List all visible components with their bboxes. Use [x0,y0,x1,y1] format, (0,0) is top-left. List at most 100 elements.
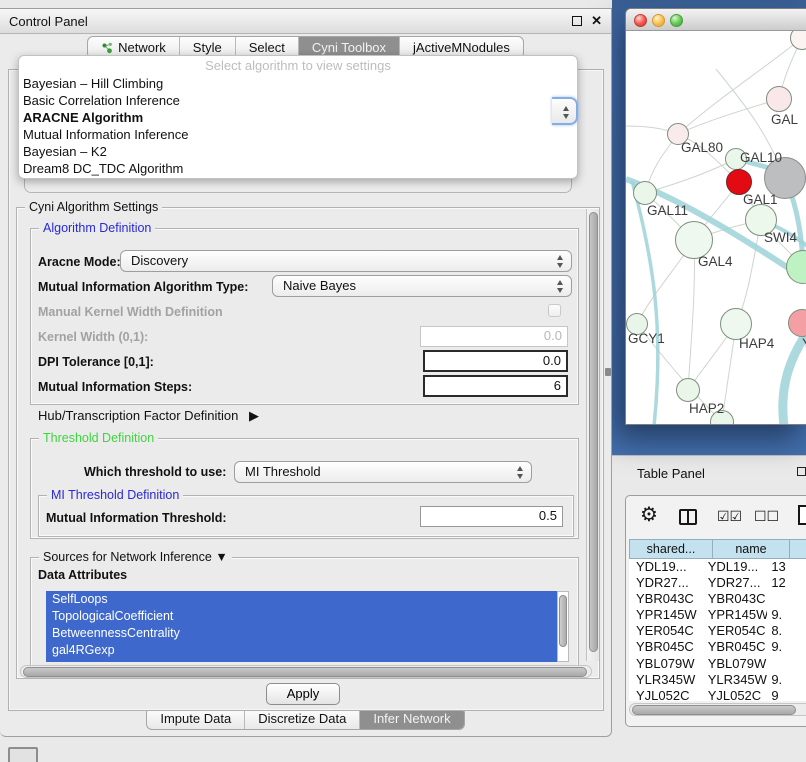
close-icon[interactable]: ✕ [591,13,602,29]
close-traffic-light[interactable] [634,14,647,27]
table-cell: YJL052C [701,688,768,701]
column-header-name[interactable]: name [712,539,790,559]
table-row[interactable]: YER054CYER054C8. [629,623,806,639]
minimize-traffic-light[interactable] [652,14,665,27]
tab-discretize-data[interactable]: Discretize Data [245,708,360,729]
algorithm-option-aracne-algorithm[interactable]: ARACNE Algorithm [19,109,577,126]
attribute-item-gal4rgexp[interactable]: gal4RGexp [46,642,557,659]
network-node-gal[interactable] [766,86,792,112]
stepper-arrows-icon [563,106,570,120]
mi-type-select[interactable]: Naive Bayes [272,275,572,297]
table-cell: YBL079W [629,656,701,672]
mi-threshold-field[interactable]: 0.5 [420,506,563,527]
stepper-arrows-icon [517,466,524,480]
mi-steps-field[interactable]: 6 [423,375,568,397]
algorithm-option-bayesian-hill-climbing[interactable]: Bayesian – Hill Climbing [19,75,577,92]
table-row[interactable]: YDL19...YDL19...13 [629,559,806,575]
aracne-mode-select[interactable]: Discovery [120,250,572,272]
column-header-2[interactable] [789,539,806,559]
attribute-item-selfloops[interactable]: SelfLoops [46,591,557,608]
dpi-tolerance-field[interactable]: 0.0 [423,350,568,372]
stepper-arrows-icon [557,280,564,294]
manual-kernel-checkbox[interactable] [548,304,561,317]
table-cell: 8. [767,623,806,639]
node-label-gal4: GAL4 [698,254,733,269]
network-window-titlebar[interactable] [626,9,806,31]
network-view-window: GALGAL80GAL10GAL1SWI4GAL11GAL4GCY1HAP4YH… [625,8,806,425]
mi-threshold-definition-title: MI Threshold Definition [47,488,183,502]
table-panel-title: Table Panel [637,466,705,481]
expand-right-icon: ▶ [249,408,259,423]
table-row[interactable]: YJL052CYJL052C9 [629,688,806,701]
table-row[interactable]: YPR145WYPR145W9. [629,607,806,623]
table-cell: YLR345W [701,672,768,688]
table-row[interactable]: YBR043CYBR043C [629,591,806,607]
algorithm-option-dream8-dc-tdc-algorithm[interactable]: Dream8 DC_TDC Algorithm [19,160,577,177]
node-label-hap4: HAP4 [739,336,774,351]
settings-hscroll-thumb[interactable] [23,667,587,677]
zoom-traffic-light[interactable] [670,14,683,27]
new-table-icon[interactable] [798,505,806,525]
algorithm-definition-title: Algorithm Definition [39,221,155,235]
tab-impute-data[interactable]: Impute Data [147,708,245,729]
table-cell: YBL079W [701,656,768,672]
table-cell: YPR145W [629,607,701,623]
settings-horizontal-scrollbar[interactable] [20,665,592,678]
minimized-panel-icon[interactable] [8,747,38,762]
table-cell: YDL19... [629,559,701,575]
hub-definition-label: Hub/Transcription Factor Definition [38,408,238,423]
table-hscroll-thumb[interactable] [632,705,796,715]
attributes-scroll-thumb[interactable] [559,595,567,647]
tab-infer-network[interactable]: Infer Network [360,708,463,729]
data-attributes-list[interactable]: SelfLoopsTopologicalCoefficientBetweenne… [46,591,557,662]
table-panel-float-icon[interactable] [797,467,806,476]
network-node-gal11[interactable] [633,181,657,205]
algorithm-option-basic-correlation-inference[interactable]: Basic Correlation Inference [19,92,577,109]
settings-vertical-scrollbar[interactable] [586,209,599,661]
attribute-item-topologicalcoefficient[interactable]: TopologicalCoefficient [46,608,557,625]
sources-title-text: Sources for Network Inference [43,550,212,564]
focused-combobox-fragment [552,97,578,125]
columns-icon[interactable] [679,509,697,525]
select-all-checkboxes-icon[interactable]: ☑☑ [717,508,742,525]
table-header-row: shared...name [629,539,806,559]
which-threshold-select[interactable]: MI Threshold [234,461,532,483]
table-row[interactable]: YBR045CYBR045C9. [629,639,806,655]
table-cell: YBR043C [629,591,701,607]
cyni-settings-group-title: Cyni Algorithm Settings [25,200,162,214]
kernel-width-label: Kernel Width (0,1): [38,330,148,344]
node-label-swi4: SWI4 [764,230,797,245]
table-row[interactable]: YDR27...YDR27...12 [629,575,806,591]
attributes-list-scrollbar[interactable] [557,591,569,662]
hub-definition-expander[interactable]: Hub/Transcription Factor Definition ▶ [38,408,259,424]
table-window: ⚙ ☑☑ ☐☐ shared...name YDL19...YDL19...13… [625,495,806,727]
table-row[interactable]: YBL079WYBL079W [629,656,806,672]
algorithm-option-mutual-information-inference[interactable]: Mutual Information Inference [19,126,577,143]
settings-vscroll-thumb[interactable] [589,212,598,652]
attribute-item-betweennesscentrality[interactable]: BetweennessCentrality [46,625,557,642]
control-panel-titlebar: Control Panel ✕ [0,9,611,34]
column-header-shared[interactable]: shared... [629,539,713,559]
network-node-hap2[interactable] [676,378,700,402]
algorithm-option-bayesian-k2[interactable]: Bayesian – K2 [19,143,577,160]
table-cell: YJL052C [629,688,701,701]
network-canvas[interactable]: GALGAL80GAL10GAL1SWI4GAL11GAL4GCY1HAP4YH… [626,31,806,425]
table-horizontal-scrollbar[interactable] [629,703,806,716]
table-row[interactable]: YLR345WYLR345W9. [629,672,806,688]
table-cell: YLR345W [629,672,701,688]
panel-divider-grip[interactable] [605,368,611,376]
which-threshold-label: Which threshold to use: [84,465,226,479]
control-panel-title: Control Panel [9,14,572,29]
table-cell: YPR145W [701,607,768,623]
node-label-gal80: GAL80 [681,140,723,155]
node-label-gal1: GAL1 [743,192,778,207]
apply-button[interactable]: Apply [266,683,340,705]
table-cell: 9. [767,639,806,655]
kernel-width-field[interactable]: 0.0 [420,326,568,347]
gear-icon[interactable]: ⚙ [640,505,658,525]
deselect-all-checkboxes-icon[interactable]: ☐☐ [754,508,779,525]
table-cell: 13 [767,559,806,575]
stepper-arrows-icon [557,255,564,269]
float-window-icon[interactable] [572,16,582,26]
sources-group-title[interactable]: Sources for Network Inference ▼ [39,550,232,564]
